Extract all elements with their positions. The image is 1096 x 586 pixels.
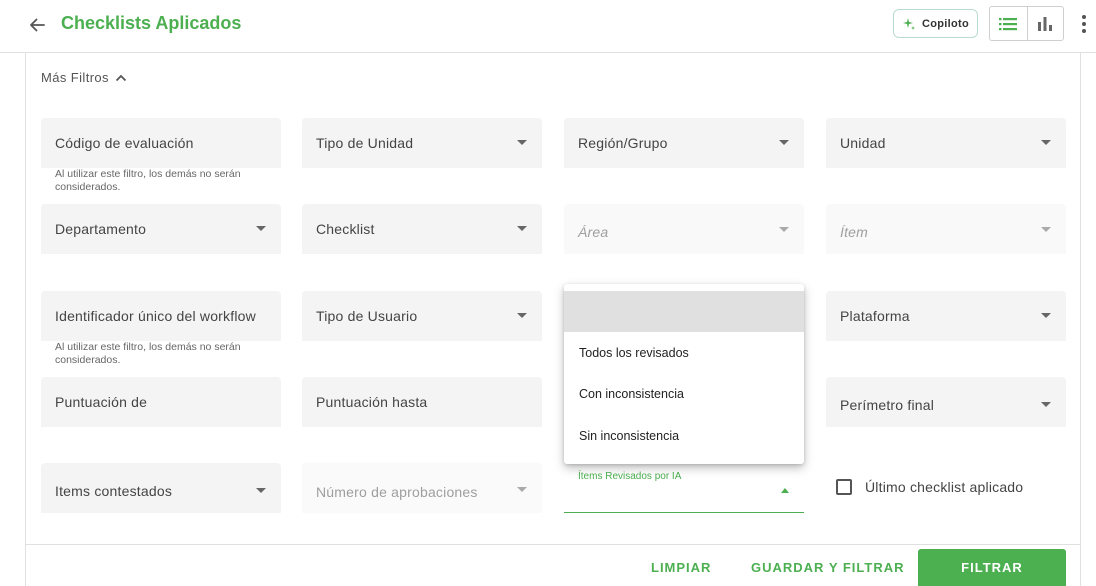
workflow-id-label: Identificador único del workflow bbox=[55, 308, 256, 324]
back-button[interactable] bbox=[24, 12, 50, 38]
evaluation-code-field[interactable]: Código de evaluación bbox=[41, 118, 281, 168]
caret-down-icon bbox=[1041, 227, 1051, 232]
caret-up-icon bbox=[781, 488, 789, 493]
arrow-left-icon bbox=[30, 18, 45, 32]
more-filters-toggle[interactable]: Más Filtros bbox=[41, 70, 127, 85]
caret-down-icon bbox=[1041, 140, 1051, 145]
evaluation-code-helper: Al utilizar este filtro, los demás no se… bbox=[55, 168, 241, 193]
page-title: Checklists Aplicados bbox=[61, 13, 242, 33]
dropdown-option-all-reviewed[interactable]: Todos los revisados bbox=[564, 332, 804, 373]
copilot-label: Copiloto bbox=[922, 17, 969, 30]
department-label: Departamento bbox=[55, 221, 147, 237]
ia-reviewed-items-select[interactable]: Ítems Revisados por IA bbox=[564, 463, 804, 513]
checklist-select[interactable]: Checklist bbox=[302, 204, 542, 254]
more-filters-label: Más Filtros bbox=[41, 70, 109, 85]
item-select: Ítem bbox=[826, 204, 1066, 254]
score-to-field[interactable]: Puntuación hasta bbox=[302, 377, 542, 427]
user-type-label: Tipo de Usuario bbox=[316, 308, 418, 324]
unit-type-label: Tipo de Unidad bbox=[316, 135, 414, 151]
department-select[interactable]: Departamento bbox=[41, 204, 281, 254]
caret-down-icon bbox=[517, 313, 527, 318]
area-select: Área bbox=[564, 204, 804, 254]
approvals-count-label: Número de aprobaciones bbox=[316, 484, 478, 500]
caret-down-icon bbox=[256, 226, 266, 231]
bar-chart-icon bbox=[1038, 16, 1053, 31]
caret-down-icon bbox=[517, 226, 527, 231]
checklist-label: Checklist bbox=[316, 221, 375, 237]
caret-down-icon bbox=[779, 140, 789, 145]
chart-view-button[interactable] bbox=[1026, 7, 1064, 40]
evaluation-code-label: Código de evaluación bbox=[55, 135, 194, 151]
unit-label: Unidad bbox=[840, 135, 886, 151]
caret-down-icon bbox=[1041, 402, 1051, 407]
chevron-up-icon bbox=[115, 74, 127, 81]
workflow-id-field[interactable]: Identificador único del workflow bbox=[41, 291, 281, 341]
answered-items-select[interactable]: Items contestados bbox=[41, 463, 281, 513]
caret-down-icon bbox=[256, 488, 266, 493]
save-and-filter-button[interactable]: GUARDAR Y FILTRAR bbox=[751, 560, 905, 575]
final-perimeter-label: Perímetro final bbox=[840, 397, 935, 413]
region-group-label: Región/Grupo bbox=[578, 135, 668, 151]
score-to-label: Puntuación hasta bbox=[316, 394, 428, 410]
dropdown-option-without-inconsistency[interactable]: Sin inconsistencia bbox=[564, 415, 804, 456]
top-bar: Checklists Aplicados Copiloto bbox=[0, 0, 1096, 53]
caret-down-icon bbox=[779, 227, 789, 232]
clear-button[interactable]: LIMPIAR bbox=[651, 560, 711, 575]
caret-down-icon bbox=[517, 140, 527, 145]
caret-down-icon bbox=[1041, 313, 1051, 318]
list-view-icon bbox=[999, 17, 1018, 30]
approvals-count-select: Número de aprobaciones bbox=[302, 463, 542, 513]
last-checklist-label: Último checklist aplicado bbox=[865, 479, 1024, 495]
region-group-select[interactable]: Región/Grupo bbox=[564, 118, 804, 168]
copilot-button[interactable]: Copiloto bbox=[893, 9, 978, 38]
last-checklist-option[interactable]: Último checklist aplicado bbox=[836, 479, 1023, 495]
user-type-select[interactable]: Tipo de Usuario bbox=[302, 291, 542, 341]
score-from-field[interactable]: Puntuación de bbox=[41, 377, 281, 427]
platform-label: Plataforma bbox=[840, 308, 910, 324]
list-view-button[interactable] bbox=[990, 7, 1027, 40]
score-from-label: Puntuación de bbox=[55, 394, 148, 410]
filter-button[interactable]: FILTRAR bbox=[918, 549, 1066, 586]
area-label: Área bbox=[578, 224, 609, 240]
answered-items-label: Items contestados bbox=[55, 483, 173, 499]
final-perimeter-select[interactable]: Perímetro final bbox=[826, 377, 1066, 427]
ia-reviewed-dropdown-menu: Todos los revisados Con inconsistencia S… bbox=[564, 284, 804, 464]
more-vertical-icon[interactable] bbox=[1076, 12, 1092, 36]
sparkle-icon bbox=[903, 17, 915, 30]
workflow-id-helper: Al utilizar este filtro, los demás no se… bbox=[55, 341, 241, 366]
last-checklist-checkbox[interactable] bbox=[836, 479, 852, 495]
caret-down-icon bbox=[517, 487, 527, 492]
dropdown-option-empty[interactable] bbox=[564, 291, 804, 332]
view-toggle-group bbox=[989, 6, 1064, 41]
platform-select[interactable]: Plataforma bbox=[826, 291, 1066, 341]
ia-reviewed-items-label: Ítems Revisados por IA bbox=[578, 471, 682, 482]
unit-select[interactable]: Unidad bbox=[826, 118, 1066, 168]
dropdown-option-with-inconsistency[interactable]: Con inconsistencia bbox=[564, 373, 804, 414]
item-label: Ítem bbox=[840, 224, 869, 240]
unit-type-select[interactable]: Tipo de Unidad bbox=[302, 118, 542, 168]
